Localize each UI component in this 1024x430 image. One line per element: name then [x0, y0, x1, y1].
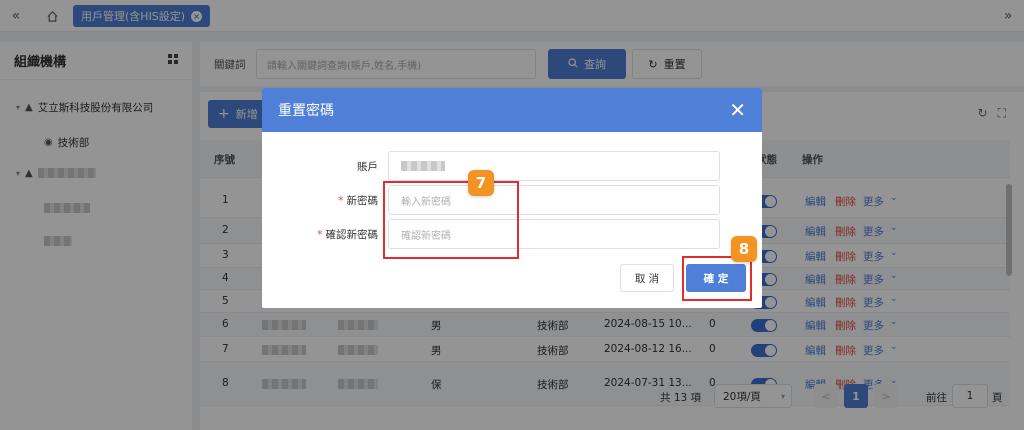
- account-row: 賬戶: [262, 151, 762, 181]
- new-password-label: * 新密碼: [338, 195, 378, 207]
- cancel-button[interactable]: 取 消: [620, 264, 674, 292]
- confirm-password-label: * 確認新密碼: [317, 229, 378, 241]
- step-badge-7: 7: [468, 170, 494, 196]
- dialog-title: 重置密碼: [278, 103, 334, 119]
- dialog-header: 重置密碼 ✕: [262, 88, 762, 132]
- redacted-text: [401, 161, 445, 171]
- account-label: 賬戶: [357, 161, 378, 173]
- account-field: [388, 151, 720, 181]
- highlight-box-password-fields: [383, 181, 519, 259]
- highlight-box-confirm: [682, 256, 752, 301]
- close-icon[interactable]: ✕: [729, 100, 746, 120]
- step-badge-8: 8: [731, 236, 757, 262]
